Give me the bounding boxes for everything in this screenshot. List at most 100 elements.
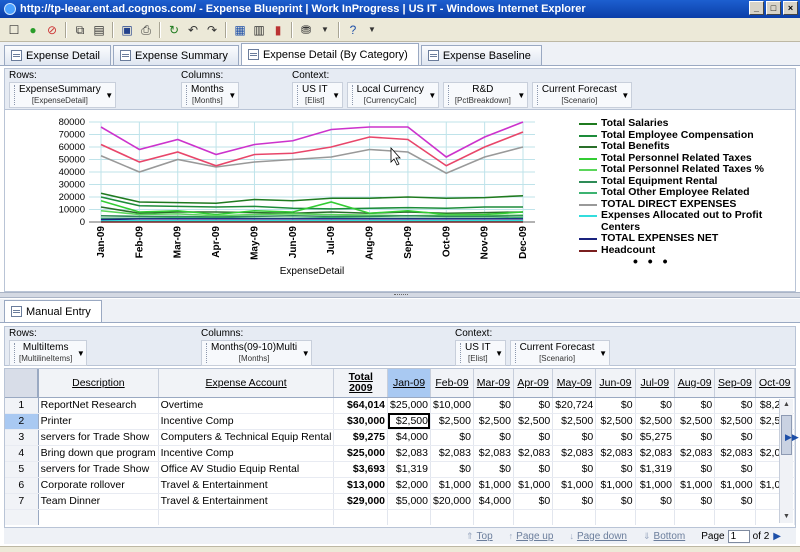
- dropdown-arrow-icon[interactable]: ▼: [227, 83, 238, 107]
- expense-account-cell[interactable]: Office AV Studio Equip Rental: [158, 461, 335, 478]
- month-value-cell[interactable]: $2,083: [674, 445, 716, 462]
- month-value-cell[interactable]: $2,500: [552, 413, 597, 430]
- month-value-cell[interactable]: $0: [552, 493, 597, 510]
- legend-item[interactable]: Total Personnel Related Taxes %: [579, 163, 789, 176]
- month-value-cell[interactable]: $0: [513, 461, 554, 478]
- page-number-input[interactable]: 1: [727, 529, 750, 543]
- context-dimension-us-it[interactable]: US IT [Elist] ▼: [292, 82, 343, 108]
- month-value-cell[interactable]: $2,083: [513, 445, 554, 462]
- month-value-cell[interactable]: $1,000: [595, 477, 636, 494]
- month-value-cell[interactable]: $2,500: [635, 413, 675, 430]
- splitter-grip[interactable]: [394, 294, 408, 297]
- expense-account-cell[interactable]: Incentive Comp: [158, 445, 335, 462]
- month-value-cell[interactable]: $0: [674, 493, 716, 510]
- rows-dimension[interactable]: ExpenseSummary [ExpenseDetail] ▼: [9, 82, 116, 108]
- month-value-cell[interactable]: $0: [595, 429, 636, 446]
- tab-expense-summary[interactable]: Expense Summary: [113, 45, 239, 65]
- drag-handle[interactable]: [457, 343, 461, 363]
- top-link[interactable]: Top: [477, 531, 493, 542]
- legend-item[interactable]: Headcount: [579, 244, 789, 257]
- month-value-cell[interactable]: $0: [595, 397, 636, 414]
- bottom-link[interactable]: Bottom: [654, 531, 686, 542]
- close-button[interactable]: ×: [783, 1, 798, 15]
- series-line-0[interactable]: [100, 192, 524, 205]
- row-number[interactable]: 1: [5, 397, 39, 414]
- columns-dimension[interactable]: Months(09-10)Multi [Months] ▼: [201, 340, 313, 366]
- expense-account-cell[interactable]: Computers & Technical Equip Rental: [158, 429, 335, 446]
- month-value-cell[interactable]: $0: [714, 461, 756, 478]
- submit-icon[interactable]: ●: [25, 22, 41, 38]
- table-view-icon[interactable]: ▥: [251, 22, 267, 38]
- month-value-cell[interactable]: $0: [473, 461, 514, 478]
- drag-handle[interactable]: [11, 85, 15, 105]
- row-number[interactable]: 3: [5, 429, 39, 446]
- description-cell[interactable]: Team Dinner: [38, 493, 159, 510]
- month-value-cell[interactable]: $0: [513, 397, 554, 414]
- col-header-mar-09[interactable]: Mar-09: [473, 369, 514, 398]
- month-value-cell[interactable]: $20,000: [430, 493, 474, 510]
- month-value-cell[interactable]: $25,000: [387, 397, 431, 414]
- legend-more-dots[interactable]: • • •: [633, 254, 670, 268]
- month-value-cell[interactable]: $0: [595, 493, 636, 510]
- copy-icon[interactable]: ⧉: [72, 22, 88, 38]
- month-value-cell[interactable]: $0: [513, 429, 554, 446]
- col-header-jan-09[interactable]: Jan-09: [387, 369, 431, 398]
- col-header-feb-09[interactable]: Feb-09: [430, 369, 474, 398]
- col-header-aug-09[interactable]: Aug-09: [674, 369, 716, 398]
- month-value-cell[interactable]: $2,500: [513, 413, 554, 430]
- description-cell[interactable]: ReportNet Research: [38, 397, 159, 414]
- month-value-cell[interactable]: $2,083: [595, 445, 636, 462]
- month-value-cell[interactable]: $1,000: [635, 477, 675, 494]
- month-value-cell[interactable]: $1,319: [635, 461, 675, 478]
- series-line-5[interactable]: [100, 214, 524, 218]
- description-cell[interactable]: Corporate rollover: [38, 477, 159, 494]
- month-value-cell[interactable]: $4,000: [387, 429, 431, 446]
- month-value-cell[interactable]: $0: [674, 429, 716, 446]
- grid-view-icon[interactable]: ▦: [232, 22, 248, 38]
- month-value-cell[interactable]: $2,500: [473, 413, 514, 430]
- legend-item[interactable]: Total Benefits: [579, 140, 789, 153]
- scroll-right-icon[interactable]: ▶▶: [785, 432, 799, 442]
- col-header-jul-09[interactable]: Jul-09: [635, 369, 675, 398]
- month-value-cell[interactable]: $0: [635, 397, 675, 414]
- month-value-cell[interactable]: $2,083: [635, 445, 675, 462]
- save-icon[interactable]: ▣: [119, 22, 135, 38]
- context-dimension-scenario[interactable]: Current Forecast [Scenario] ▼: [509, 340, 610, 366]
- next-page-icon[interactable]: ▶: [773, 531, 781, 542]
- month-value-cell[interactable]: $1,000: [552, 477, 597, 494]
- drag-handle[interactable]: [11, 343, 15, 363]
- expense-account-cell[interactable]: Incentive Comp: [158, 413, 335, 430]
- col-header-expense-account[interactable]: Expense Account: [158, 369, 335, 398]
- series-line-11[interactable]: [100, 131, 524, 167]
- expense-account-cell[interactable]: Overtime: [158, 397, 335, 414]
- drag-handle[interactable]: [183, 85, 187, 105]
- description-cell[interactable]: Bring down que program: [38, 445, 159, 462]
- drag-handle[interactable]: [203, 343, 207, 363]
- legend-item[interactable]: Expenses Allocated out to Profit Centers: [579, 209, 789, 233]
- page-down-link[interactable]: Page down: [577, 531, 627, 542]
- month-value-cell[interactable]: $0: [552, 429, 597, 446]
- month-value-cell[interactable]: $0: [714, 493, 756, 510]
- tab-expense-detail-by-category[interactable]: Expense Detail (By Category): [240, 43, 419, 65]
- drag-handle[interactable]: [349, 85, 353, 105]
- month-value-cell[interactable]: $2,083: [714, 445, 756, 462]
- context-dimension-currency[interactable]: Local Currency [CurrencyCalc] ▼: [346, 82, 439, 108]
- month-value-cell[interactable]: $1,000: [513, 477, 554, 494]
- description-cell[interactable]: servers for Trade Show: [38, 429, 159, 446]
- paste-icon[interactable]: ▤: [91, 22, 107, 38]
- month-value-cell[interactable]: $20,724: [552, 397, 597, 414]
- month-value-cell[interactable]: $2,083: [430, 445, 474, 462]
- col-header-sep-09[interactable]: Sep-09: [714, 369, 756, 398]
- description-cell[interactable]: Printer: [38, 413, 159, 430]
- row-number[interactable]: 6: [5, 477, 39, 494]
- scroll-down-icon[interactable]: ▼: [781, 511, 792, 523]
- series-line-12[interactable]: [100, 121, 524, 158]
- month-value-cell[interactable]: $0: [595, 461, 636, 478]
- minimize-button[interactable]: _: [749, 1, 764, 15]
- dropdown-arrow-icon[interactable]: ▼: [494, 341, 505, 365]
- month-value-cell[interactable]: $0: [674, 397, 716, 414]
- col-header-apr-09[interactable]: Apr-09: [513, 369, 554, 398]
- month-value-cell[interactable]: $2,500: [430, 413, 474, 430]
- month-value-cell[interactable]: $1,000: [430, 477, 474, 494]
- month-value-cell[interactable]: $10,000: [430, 397, 474, 414]
